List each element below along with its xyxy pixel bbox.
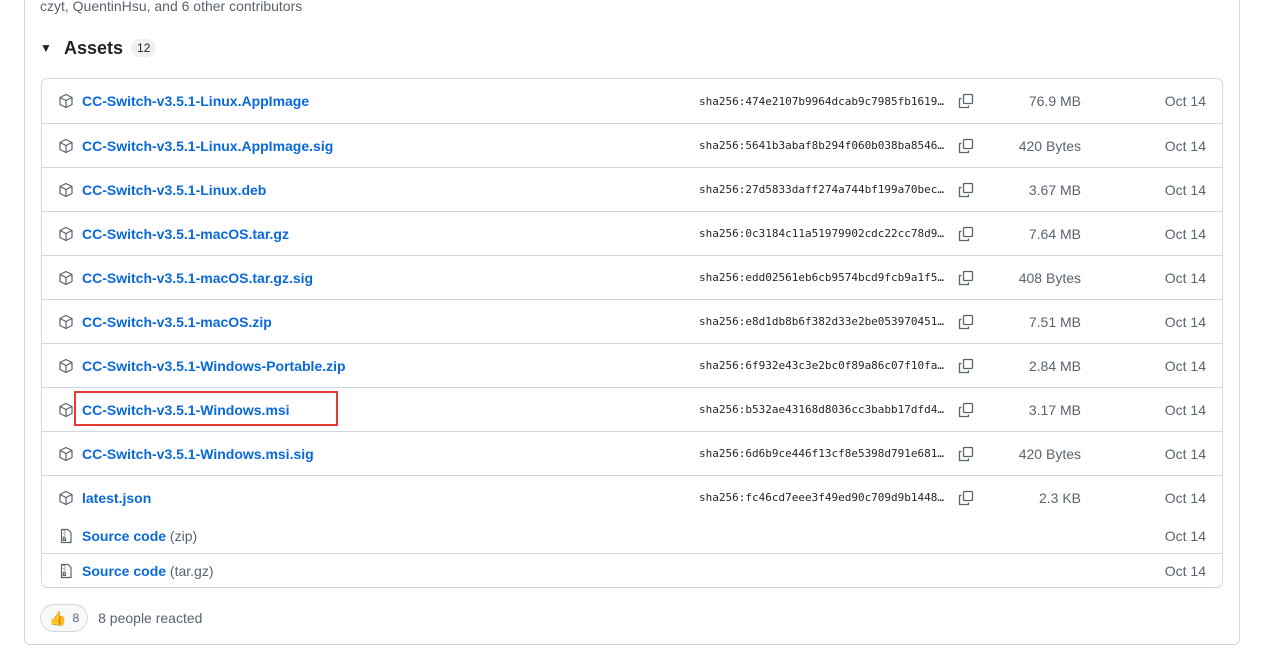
source-code-row: Source code (zip) Oct 14 <box>42 519 1222 553</box>
asset-date: Oct 14 <box>1164 313 1206 330</box>
asset-size: 76.9 MB <box>1028 93 1081 109</box>
asset-row: CC-Switch-v3.5.1-Linux.AppImage.sig sha25… <box>42 123 1222 167</box>
copy-icon[interactable] <box>957 92 975 110</box>
copy-icon[interactable] <box>957 401 975 419</box>
asset-date: Oct 14 <box>1164 225 1206 242</box>
package-icon <box>58 358 74 374</box>
package-icon <box>58 270 74 286</box>
package-icon <box>58 402 74 418</box>
copy-icon[interactable] <box>957 137 975 155</box>
copy-icon[interactable] <box>957 181 975 199</box>
assets-header[interactable]: ▼ Assets 12 <box>40 37 157 59</box>
asset-size: 408 Bytes <box>1018 269 1081 286</box>
package-icon <box>58 314 74 330</box>
assets-title: Assets <box>64 37 124 58</box>
asset-sha256: sha256:5641b3abaf8b294f060b038ba8546… <box>699 139 945 152</box>
asset-sha256: sha256:edd02561eb6cb9574bcd9fcb9a1f5… <box>699 271 945 284</box>
asset-sha256: sha256:0c3184c11a51979902cdc22cc78d9… <box>699 227 945 240</box>
package-icon <box>58 93 74 109</box>
caret-down-icon[interactable]: ▼ <box>40 41 56 55</box>
assets-count-badge: 12 <box>131 39 157 57</box>
reaction-count: 8 <box>72 611 80 625</box>
asset-size: 3.67 MB <box>1028 181 1081 198</box>
asset-date: Oct 14 <box>1164 489 1206 506</box>
asset-date: Oct 14 <box>1164 357 1206 374</box>
asset-size: 420 Bytes <box>1018 137 1081 154</box>
file-zip-icon <box>58 563 74 579</box>
asset-size: 420 Bytes <box>1018 445 1081 462</box>
package-icon <box>58 182 74 198</box>
thumbs-up-icon: 👍 <box>49 609 67 626</box>
asset-link[interactable]: CC-Switch-v3.5.1-macOS.tar.gz <box>82 226 289 242</box>
contributors-text: czyt, QuentinHsu, and 6 other contributo… <box>40 0 303 14</box>
asset-size: 7.64 MB <box>1028 225 1081 242</box>
asset-date: Oct 14 <box>1164 181 1206 198</box>
asset-date: Oct 14 <box>1164 401 1206 418</box>
asset-row: CC-Switch-v3.5.1-Windows.msi sha256:b532a… <box>42 387 1222 431</box>
asset-link[interactable]: CC-Switch-v3.5.1-macOS.tar.gz.sig <box>82 270 313 286</box>
asset-link[interactable]: latest.json <box>82 490 151 506</box>
asset-size: 2.84 MB <box>1028 357 1081 374</box>
copy-icon[interactable] <box>957 445 975 463</box>
asset-row: CC-Switch-v3.5.1-Linux.deb sha256:27d5833… <box>42 167 1222 211</box>
asset-size: 3.17 MB <box>1028 401 1081 418</box>
asset-row: CC-Switch-v3.5.1-Windows-Portable.zip sha… <box>42 343 1222 387</box>
asset-link[interactable]: CC-Switch-v3.5.1-macOS.zip <box>82 314 272 330</box>
asset-row: CC-Switch-v3.5.1-macOS.tar.gz.sig sha256:… <box>42 255 1222 299</box>
asset-link[interactable]: CC-Switch-v3.5.1-Windows-Portable.zip <box>82 358 346 374</box>
asset-row: CC-Switch-v3.5.1-Windows.msi.sig sha256:6… <box>42 431 1222 475</box>
copy-icon[interactable] <box>957 313 975 331</box>
asset-sha256: sha256:b532ae43168d8036cc3babb17dfd4… <box>699 403 945 416</box>
asset-link[interactable]: CC-Switch-v3.5.1-Linux.AppImage <box>82 93 309 109</box>
asset-sha256: sha256:6f932e43c3e2bc0f89a86c07f10fa… <box>699 359 945 372</box>
package-icon <box>58 138 74 154</box>
copy-icon[interactable] <box>957 269 975 287</box>
asset-date: Oct 14 <box>1164 137 1206 154</box>
asset-sha256: sha256:6d6b9ce446f13cf8e5398d791e681… <box>699 447 945 460</box>
asset-date: Oct 14 <box>1164 269 1206 286</box>
asset-sha256: sha256:fc46cd7eee3f49ed90c709d9b1448… <box>699 491 945 504</box>
asset-size: 7.51 MB <box>1028 313 1081 330</box>
asset-date: Oct 14 <box>1164 93 1206 109</box>
copy-icon[interactable] <box>957 357 975 375</box>
asset-row: CC-Switch-v3.5.1-macOS.zip sha256:e8d1db8… <box>42 299 1222 343</box>
asset-row: CC-Switch-v3.5.1-Linux.AppImage sha256:47… <box>42 79 1222 123</box>
reactions-summary: 8 people reacted <box>98 610 203 626</box>
source-code-row: Source code (tar.gz) Oct 14 <box>42 553 1222 587</box>
assets-list: CC-Switch-v3.5.1-Linux.AppImage sha256:47… <box>41 78 1223 588</box>
asset-link[interactable]: CC-Switch-v3.5.1-Windows.msi.sig <box>82 446 314 462</box>
asset-sha256: sha256:27d5833daff274a744bf199a70bec… <box>699 183 945 196</box>
source-code-link[interactable]: Source code (tar.gz) <box>82 563 214 579</box>
source-date: Oct 14 <box>1164 528 1206 544</box>
asset-row: latest.json sha256:fc46cd7eee3f49ed90c709… <box>42 475 1222 519</box>
package-icon <box>58 446 74 462</box>
asset-sha256: sha256:e8d1db8b6f382d33e2be053970451… <box>699 315 945 328</box>
asset-size: 2.3 KB <box>1038 489 1081 506</box>
thumbs-up-reaction-button[interactable]: 👍 8 <box>40 604 89 632</box>
package-icon <box>58 226 74 242</box>
asset-link[interactable]: CC-Switch-v3.5.1-Linux.deb <box>82 182 266 198</box>
asset-row: CC-Switch-v3.5.1-macOS.tar.gz sha256:0c31… <box>42 211 1222 255</box>
asset-date: Oct 14 <box>1164 445 1206 462</box>
asset-sha256: sha256:474e2107b9964dcab9c7985fb1619… <box>699 94 945 108</box>
copy-icon[interactable] <box>957 225 975 243</box>
source-date: Oct 14 <box>1164 562 1206 579</box>
asset-link[interactable]: CC-Switch-v3.5.1-Windows.msi <box>82 402 290 418</box>
file-zip-icon <box>58 528 74 544</box>
reactions-bar: 👍 8 8 people reacted <box>40 604 202 632</box>
asset-link[interactable]: CC-Switch-v3.5.1-Linux.AppImage.sig <box>82 138 333 154</box>
package-icon <box>58 490 74 506</box>
copy-icon[interactable] <box>957 489 975 507</box>
source-code-link[interactable]: Source code (zip) <box>82 528 197 544</box>
